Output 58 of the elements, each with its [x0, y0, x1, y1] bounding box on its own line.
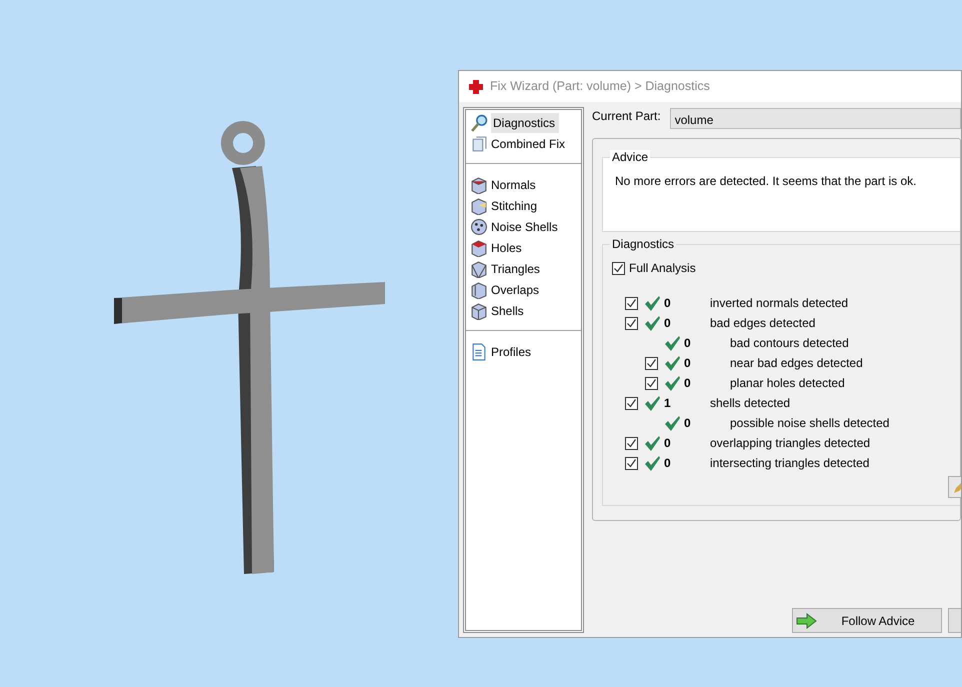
count-value: 0: [684, 335, 692, 352]
sidebar-item[interactable]: Profiles: [468, 341, 579, 362]
diagnostic-label: possible noise shells detected: [730, 415, 890, 432]
check-icon: [644, 294, 661, 312]
pages-icon: [470, 134, 488, 152]
diagnostic-label: intersecting triangles detected: [710, 455, 870, 472]
count-value: 0: [684, 375, 692, 392]
sidebar-item[interactable]: Stitching: [468, 195, 579, 216]
check-option-checkbox[interactable]: [645, 376, 658, 390]
check-icon: [664, 354, 681, 372]
diagnostic-label: inverted normals detected: [710, 295, 848, 312]
sidebar-item[interactable]: Holes: [468, 237, 579, 258]
current-part-label: Current Part:: [592, 108, 661, 125]
count-value: 0: [664, 315, 672, 332]
check-icon: [664, 334, 681, 352]
advice-title: Advice: [610, 150, 650, 164]
check-option-checkbox[interactable]: [625, 456, 638, 470]
magnifier-icon: [470, 114, 488, 132]
window-title: Fix Wizard (Part: volume) > Diagnostics: [490, 78, 710, 96]
diagnostic-label: near bad edges detected: [730, 355, 863, 372]
count-value: 0: [684, 355, 692, 372]
dotted-sphere-icon: [470, 218, 488, 236]
check-icon: [644, 394, 661, 412]
sidebar-item[interactable]: Triangles: [468, 258, 579, 279]
check-icon: [664, 374, 681, 392]
full-analysis-label: Full Analysis: [629, 260, 696, 277]
diagnostic-label: bad contours detected: [730, 335, 849, 352]
diagnostic-label: bad edges detected: [710, 315, 816, 332]
count-value: 0: [664, 295, 672, 312]
count-value: 0: [664, 455, 672, 472]
check-option-checkbox[interactable]: [625, 396, 638, 410]
sidebar-item[interactable]: Shells: [468, 300, 579, 321]
document-icon: [470, 342, 488, 360]
check-icon: [664, 414, 681, 432]
count-value: 0: [684, 415, 692, 432]
sidebar-item[interactable]: Overlaps: [468, 279, 579, 300]
follow-advice-button[interactable]: Follow Advice: [792, 608, 942, 633]
check-icon: [644, 454, 661, 472]
count-value: 0: [664, 435, 672, 452]
check-option-checkbox[interactable]: [625, 316, 638, 330]
diagnostics-title: Diagnostics: [610, 237, 676, 251]
check-icon: [644, 314, 661, 332]
sidebar-item[interactable]: Noise Shells: [468, 216, 579, 237]
arrow-icon: [796, 612, 818, 628]
diagnostic-label: overlapping triangles detected: [710, 435, 870, 452]
advice-text: No more errors are detected. It seems that the part is ok.: [615, 173, 918, 190]
check-icon: [644, 434, 661, 452]
current-part-field[interactable]: volume: [670, 108, 961, 129]
sidebar-item[interactable]: Normals: [468, 174, 579, 195]
check-option-checkbox[interactable]: [625, 436, 638, 450]
full-analysis-checkbox[interactable]: [612, 262, 625, 274]
check-option-checkbox[interactable]: [625, 296, 638, 310]
diagnostic-label: planar holes detected: [730, 375, 845, 392]
diagnostic-label: shells detected: [710, 395, 790, 412]
medical-cross-icon: [468, 78, 484, 94]
count-value: 1: [664, 395, 672, 412]
check-option-checkbox[interactable]: [645, 356, 658, 370]
sidebar-item[interactable]: Combined Fix: [468, 133, 579, 154]
